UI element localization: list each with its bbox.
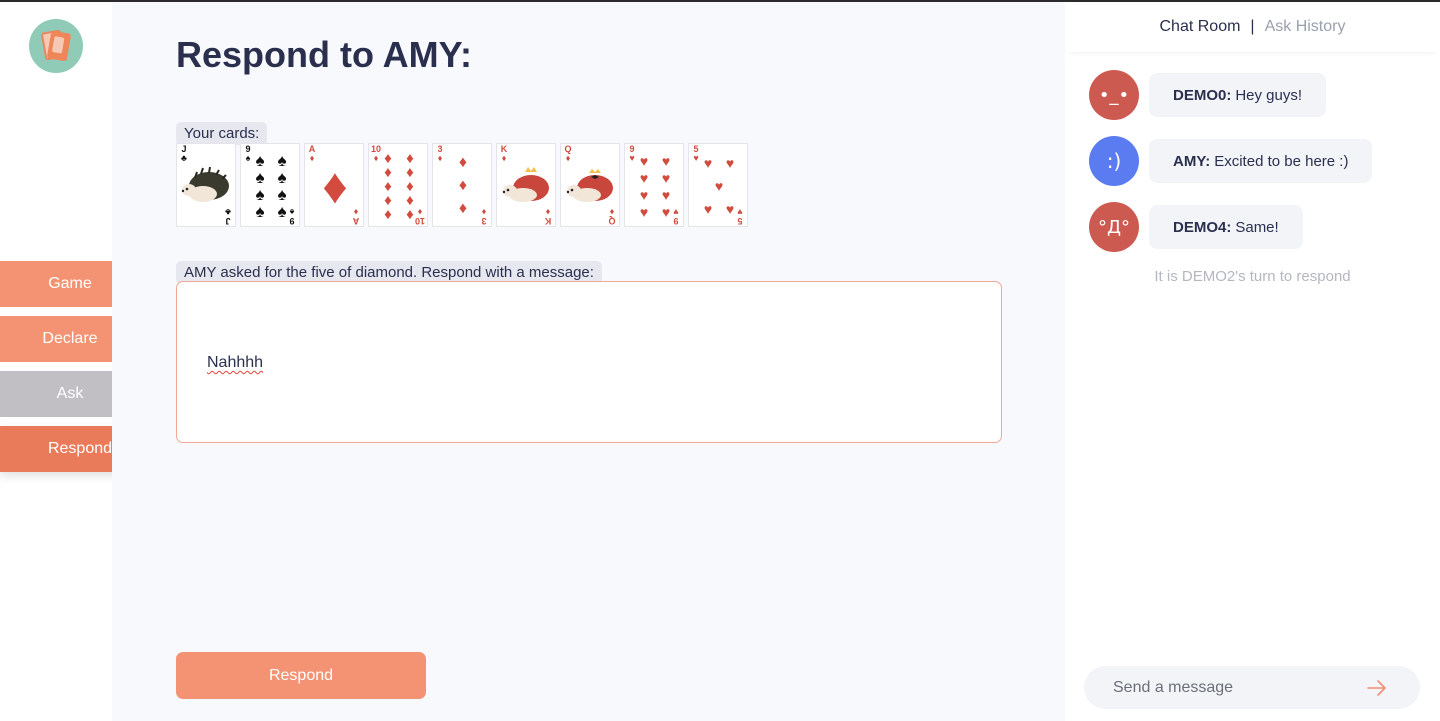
main-panel: Respond to AMY: Your cards: J ♣ J ♣ 9 ♠ ♠ ♠ ♠… (112, 2, 1065, 721)
response-message-input[interactable]: Nahhhh (176, 281, 1002, 443)
chat-panel: Chat Room | Ask History •_• DEMO0: Hey gu… (1065, 2, 1440, 721)
response-message-text: Nahhhh (207, 354, 264, 371)
chat-message-input[interactable] (1084, 666, 1354, 709)
card-deck-logo[interactable] (29, 19, 83, 73)
cards-label: Your cards: (176, 122, 268, 145)
chat-message: DEMO4: Same! (1149, 205, 1303, 249)
turn-status: It is DEMO2's turn to respond (1154, 268, 1351, 285)
playing-card[interactable]: 9 ♠ ♠ ♠ ♠ ♠ ♠ ♠ ♠ ♠ 9 ♠ (240, 143, 300, 227)
card-suit: ♣ (181, 153, 187, 163)
playing-card[interactable]: 9 ♥ ♥ ♥ ♥ ♥ ♥ ♥ ♥ ♥ 9 ♥ (624, 143, 684, 227)
message-text: Excited to be here :) (1214, 152, 1349, 170)
tab-chat-room[interactable]: Chat Room (1160, 18, 1241, 36)
hedgehog-icon (181, 166, 229, 202)
chat-message: AMY: Excited to be here :) (1149, 139, 1373, 183)
hand-of-cards: J ♣ J ♣ 9 ♠ ♠ ♠ ♠ ♠ ♠ ♠ ♠ ♠ 9 ♠ A ♦ ♦ A ♦ (176, 143, 776, 227)
playing-card[interactable]: 10 ♦ ♦ ♦ ♦ ♦ ♦ ♦ ♦ ♦ ♦ ♦ 10 ♦ (368, 143, 428, 227)
tab-separator: | (1250, 18, 1255, 35)
playing-card[interactable]: J ♣ J ♣ (176, 143, 236, 227)
playing-card[interactable]: 5 ♥ ♥ ♥ ♥ ♥ ♥ 5 ♥ (688, 143, 748, 227)
chat-tabs: Chat Room | Ask History (1065, 2, 1440, 52)
message-text: Hey guys! (1235, 86, 1303, 104)
avatar: •_• (1089, 70, 1139, 120)
page-title: Respond to AMY: (176, 34, 472, 75)
avatar: °Д° (1089, 202, 1139, 252)
hedgehog-king-icon (502, 167, 549, 202)
hedgehog-queen-icon (566, 169, 613, 202)
message-sender: AMY: (1173, 152, 1211, 170)
message-sender: DEMO0: (1173, 86, 1232, 104)
tab-ask-history[interactable]: Ask History (1265, 18, 1346, 36)
playing-card[interactable]: Q ♦ Q ♦ (560, 143, 620, 227)
message-sender: DEMO4: (1173, 218, 1232, 236)
playing-card[interactable]: A ♦ ♦ A ♦ (304, 143, 364, 227)
chat-message: DEMO0: Hey guys! (1149, 73, 1327, 117)
message-text: Same! (1235, 218, 1279, 236)
arrow-right-icon[interactable] (1366, 678, 1388, 698)
avatar: :) (1089, 136, 1139, 186)
playing-card[interactable]: 3 ♦ ♦ ♦ ♦ 3 ♦ (432, 143, 492, 227)
respond-submit-button[interactable]: Respond (176, 652, 426, 699)
chat-input-bar (1084, 666, 1420, 709)
playing-card[interactable]: K ♦ K ♦ (496, 143, 556, 227)
